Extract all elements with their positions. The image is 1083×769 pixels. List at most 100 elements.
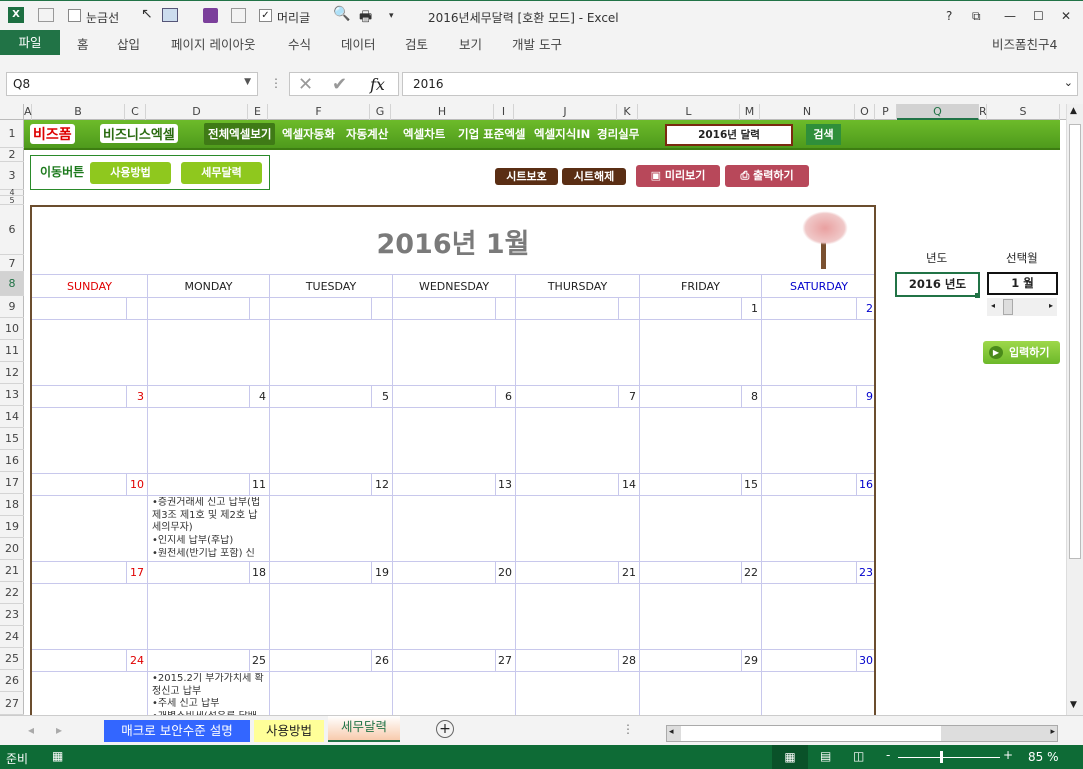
day-memo-cell[interactable] bbox=[148, 320, 270, 386]
protect-sheet-button[interactable]: 시트보호 bbox=[495, 168, 558, 185]
date-number[interactable]: 8 bbox=[742, 386, 762, 408]
day-label-cell[interactable] bbox=[148, 298, 250, 320]
tab-page-layout[interactable]: 페이지 레이아웃 bbox=[171, 34, 255, 56]
row-header-17[interactable]: 17 bbox=[0, 472, 24, 494]
print-button[interactable]: ⎙ 출력하기 bbox=[725, 165, 809, 187]
day-label-cell[interactable] bbox=[32, 650, 127, 672]
day-label-cell[interactable] bbox=[762, 650, 857, 672]
borders-icon[interactable] bbox=[162, 8, 178, 22]
day-memo-cell[interactable] bbox=[32, 672, 148, 720]
date-number[interactable]: 21 bbox=[619, 562, 640, 584]
date-number[interactable] bbox=[250, 298, 270, 320]
tab-developer[interactable]: 개발 도구 bbox=[512, 34, 562, 56]
expand-formula-bar-icon[interactable]: ⌄ bbox=[1064, 76, 1073, 89]
day-label-cell[interactable] bbox=[640, 386, 742, 408]
day-label-cell[interactable] bbox=[32, 298, 127, 320]
column-header-J[interactable]: J bbox=[514, 104, 617, 120]
day-memo-cell[interactable] bbox=[640, 496, 762, 562]
page-break-view-icon[interactable]: ◫ bbox=[853, 749, 864, 763]
day-memo-cell[interactable] bbox=[270, 408, 393, 474]
date-number[interactable]: 1 bbox=[742, 298, 762, 320]
day-memo-cell[interactable] bbox=[762, 496, 874, 562]
date-number[interactable]: 11 bbox=[250, 474, 270, 496]
bizform-logo[interactable]: 비즈폼 bbox=[30, 124, 75, 144]
zoom-level[interactable]: 85 % bbox=[1028, 750, 1059, 764]
date-number[interactable]: 9 bbox=[857, 386, 874, 408]
chevron-down-icon[interactable]: ▼ bbox=[244, 77, 251, 87]
date-number[interactable]: 12 bbox=[372, 474, 393, 496]
day-memo-cell[interactable] bbox=[640, 584, 762, 650]
date-number[interactable]: 7 bbox=[619, 386, 640, 408]
row-header-20[interactable]: 20 bbox=[0, 538, 24, 560]
day-memo-cell[interactable] bbox=[762, 672, 874, 720]
column-header-R[interactable]: R bbox=[979, 104, 987, 120]
day-memo-cell[interactable] bbox=[32, 320, 148, 386]
day-label-cell[interactable] bbox=[762, 298, 857, 320]
column-header-G[interactable]: G bbox=[370, 104, 391, 120]
user-account[interactable]: 비즈폼친구4 bbox=[992, 34, 1057, 56]
day-label-cell[interactable] bbox=[762, 386, 857, 408]
vertical-scrollbar[interactable]: ▲ ▼ bbox=[1066, 104, 1083, 715]
preview-button[interactable]: ▣ 미리보기 bbox=[636, 165, 720, 187]
date-number[interactable]: 16 bbox=[857, 474, 874, 496]
save-icon[interactable] bbox=[203, 8, 218, 23]
day-label-cell[interactable] bbox=[516, 474, 619, 496]
row-header-2[interactable]: 2 bbox=[0, 148, 24, 162]
tab-insert[interactable]: 삽입 bbox=[117, 34, 140, 56]
month-input[interactable]: 1 월 bbox=[987, 272, 1058, 295]
day-memo-cell[interactable] bbox=[516, 408, 640, 474]
row-header-10[interactable]: 10 bbox=[0, 318, 24, 340]
nav-excel-chart[interactable]: 엑셀차트 bbox=[403, 126, 445, 142]
date-number[interactable]: 27 bbox=[496, 650, 516, 672]
date-number[interactable]: 30 bbox=[857, 650, 874, 672]
horizontal-scrollbar[interactable]: ◂ ▸ bbox=[666, 725, 1058, 742]
row-header-23[interactable]: 23 bbox=[0, 604, 24, 626]
nav-excel-knowledge[interactable]: 엑셀지식IN bbox=[534, 126, 590, 142]
tab-file[interactable]: 파일 bbox=[0, 30, 60, 55]
day-label-cell[interactable] bbox=[32, 562, 127, 584]
date-number[interactable]: 13 bbox=[496, 474, 516, 496]
protect-sheet-icon[interactable] bbox=[231, 8, 246, 23]
column-header-K[interactable]: K bbox=[617, 104, 638, 120]
day-label-cell[interactable] bbox=[270, 562, 372, 584]
nav-accounting[interactable]: 경리실무 bbox=[597, 126, 639, 142]
day-memo-cell[interactable] bbox=[32, 496, 148, 562]
day-memo-cell[interactable] bbox=[393, 496, 516, 562]
row-header-21[interactable]: 21 bbox=[0, 560, 24, 582]
row-header-13[interactable]: 13 bbox=[0, 384, 24, 406]
maximize-button[interactable]: ☐ bbox=[1033, 9, 1044, 23]
day-label-cell[interactable] bbox=[32, 474, 127, 496]
date-number[interactable]: 19 bbox=[372, 562, 393, 584]
row-header-7[interactable]: 7 bbox=[0, 255, 24, 272]
vertical-scroll-thumb[interactable] bbox=[1069, 124, 1081, 559]
column-header-N[interactable]: N bbox=[760, 104, 855, 120]
scroll-left-icon[interactable]: ◂ bbox=[669, 727, 674, 737]
date-number[interactable]: 24 bbox=[127, 650, 148, 672]
date-number[interactable] bbox=[127, 298, 148, 320]
zoom-out-button[interactable]: - bbox=[886, 748, 890, 762]
tab-view[interactable]: 보기 bbox=[459, 34, 482, 56]
date-number[interactable]: 25 bbox=[250, 650, 270, 672]
column-header-M[interactable]: M bbox=[740, 104, 760, 120]
row-header-11[interactable]: 11 bbox=[0, 340, 24, 362]
day-label-cell[interactable] bbox=[148, 650, 250, 672]
row-header-12[interactable]: 12 bbox=[0, 362, 24, 384]
day-memo-cell[interactable] bbox=[640, 672, 762, 720]
search-button[interactable]: 검색 bbox=[806, 124, 841, 145]
day-memo-cell[interactable] bbox=[148, 584, 270, 650]
tab-formulas[interactable]: 수식 bbox=[288, 34, 311, 56]
row-header-6[interactable]: 6 bbox=[0, 205, 24, 255]
column-header-O[interactable]: O bbox=[855, 104, 875, 120]
formula-input[interactable]: 2016 ⌄ bbox=[402, 72, 1078, 96]
row-header-16[interactable]: 16 bbox=[0, 450, 24, 472]
day-label-cell[interactable] bbox=[762, 562, 857, 584]
day-memo-cell[interactable] bbox=[393, 408, 516, 474]
day-label-cell[interactable] bbox=[516, 562, 619, 584]
macro-record-icon[interactable]: ▦ bbox=[52, 749, 63, 763]
insert-function-button[interactable]: fx bbox=[370, 75, 385, 94]
day-label-cell[interactable] bbox=[640, 298, 742, 320]
date-number[interactable]: 23 bbox=[857, 562, 874, 584]
cancel-icon[interactable]: ✕ bbox=[298, 74, 313, 95]
zoom-in-button[interactable]: + bbox=[1003, 748, 1013, 762]
sheet-tab[interactable]: 매크로 보안수준 설명 bbox=[104, 720, 250, 742]
